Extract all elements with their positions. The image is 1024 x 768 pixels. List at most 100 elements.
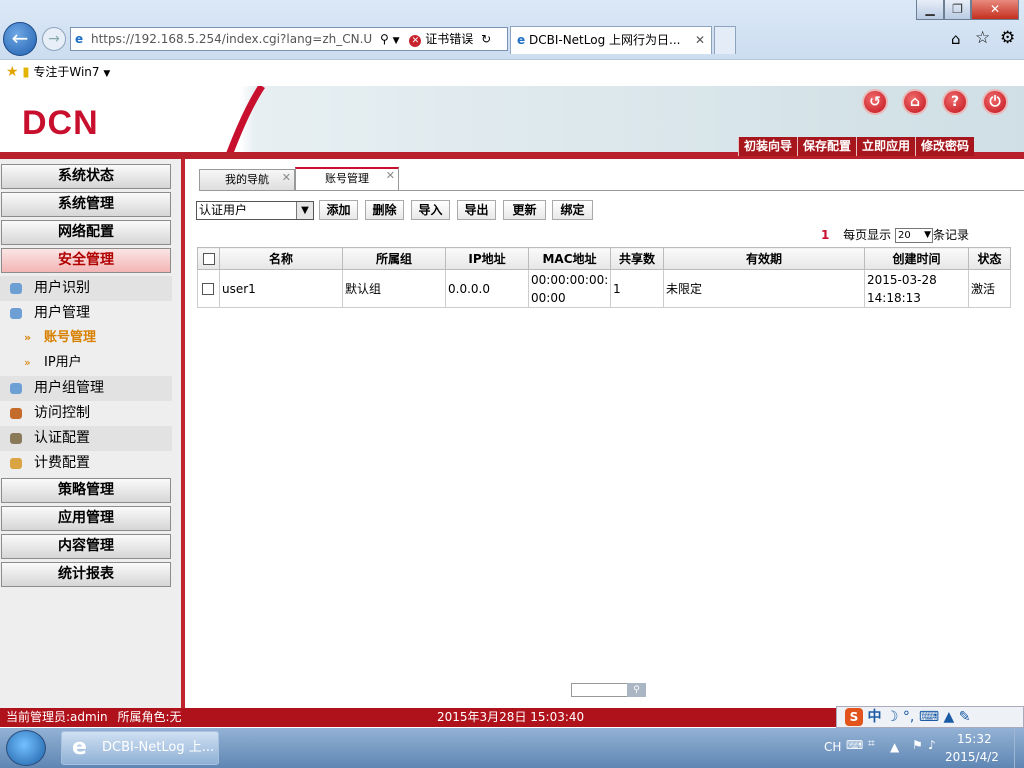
- sidebar-item-label: 访问控制: [34, 405, 90, 421]
- back-button[interactable]: ←: [3, 22, 37, 56]
- menu-policy-manage[interactable]: 策略管理: [1, 478, 171, 503]
- tools-icon[interactable]: ✎: [959, 709, 971, 725]
- column-header-created[interactable]: 创建时间: [864, 247, 969, 270]
- select-all-checkbox[interactable]: [202, 253, 215, 265]
- show-hidden-icons[interactable]: ▲: [890, 740, 899, 754]
- update-button[interactable]: 更新: [503, 200, 546, 220]
- clock-time[interactable]: 15:32: [957, 732, 992, 746]
- column-header-name[interactable]: 名称: [219, 247, 343, 270]
- select-all-cell: [197, 247, 220, 270]
- help-circle-icon[interactable]: ↺: [862, 89, 888, 115]
- per-page-label: 每页显示: [843, 228, 892, 242]
- menu-content-manage[interactable]: 内容管理: [1, 534, 171, 559]
- punct-icon[interactable]: °,: [903, 709, 914, 725]
- refresh-icon[interactable]: ↻: [481, 32, 491, 46]
- cert-error-label[interactable]: 证书错误: [425, 32, 473, 46]
- volume-tray-icon[interactable]: ♪: [928, 738, 936, 752]
- search-icon[interactable]: ⚲: [627, 683, 646, 697]
- row-checkbox[interactable]: [202, 283, 214, 295]
- sidebar-subitem-ip-user[interactable]: » IP用户: [24, 351, 82, 375]
- moon-icon[interactable]: ☽: [886, 709, 899, 725]
- address-bar[interactable]: e https://192.168.5.254/index.cgi?lang=z…: [70, 27, 508, 51]
- start-button[interactable]: [6, 730, 46, 766]
- menu-system-manage[interactable]: 系统管理: [1, 192, 171, 217]
- cell-validity: 未限定: [663, 269, 865, 308]
- network-tray-icon[interactable]: ⌗: [868, 736, 875, 751]
- setup-wizard-button[interactable]: 初装向导: [738, 137, 798, 156]
- sidebar-item-group-manage[interactable]: 用户组管理: [0, 376, 172, 401]
- tab-underline: [199, 190, 1024, 191]
- per-page-select[interactable]: 20 ▼: [894, 228, 933, 243]
- menu-app-manage[interactable]: 应用管理: [1, 506, 171, 531]
- sidebar-subitem-account[interactable]: » 账号管理: [24, 326, 96, 350]
- forward-arrow-icon: →: [48, 31, 60, 47]
- clock-date[interactable]: 2015/4/2: [945, 750, 999, 764]
- menu-network-config[interactable]: 网络配置: [1, 220, 171, 245]
- home-icon[interactable]: ⌂: [951, 30, 961, 48]
- sidebar-item-auth-config[interactable]: 认证配置: [0, 426, 172, 451]
- favorites-star-icon[interactable]: ☆: [975, 28, 990, 48]
- language-indicator[interactable]: CH: [824, 740, 841, 754]
- tab-my-nav[interactable]: 我的导航 ✕: [199, 169, 295, 191]
- sidebar-item-user-identify[interactable]: 用户识别: [0, 276, 172, 301]
- change-password-button[interactable]: 修改密码: [915, 137, 975, 156]
- column-header-validity[interactable]: 有效期: [663, 247, 865, 270]
- delete-button[interactable]: 删除: [365, 200, 404, 220]
- table-row[interactable]: user1 默认组 0.0.0.0 00:00:00:00:00:00 1 未限…: [197, 269, 1011, 308]
- browser-tab[interactable]: e DCBI-NetLog 上网行为日... ✕: [510, 26, 712, 54]
- close-tab-icon[interactable]: ✕: [386, 166, 395, 186]
- user-type-select[interactable]: 认证用户 ▼: [196, 201, 314, 220]
- maximize-button[interactable]: ❐: [944, 0, 971, 20]
- forward-button[interactable]: →: [42, 27, 66, 51]
- question-circle-icon[interactable]: ?: [942, 89, 968, 115]
- cell-name[interactable]: user1: [219, 269, 343, 308]
- menu-stats-report[interactable]: 统计报表: [1, 562, 171, 587]
- save-config-button[interactable]: 保存配置: [797, 137, 857, 156]
- menu-system-status[interactable]: 系统状态: [1, 164, 171, 189]
- tab-account-manage[interactable]: 账号管理 ✕: [295, 167, 399, 191]
- column-header-mac[interactable]: MAC地址: [528, 247, 611, 270]
- ime-toolbar[interactable]: S 中 ☽ °, ⌨ ▲ ✎: [836, 706, 1024, 728]
- new-tab-button[interactable]: [714, 26, 736, 54]
- taskbar-app-button[interactable]: e DCBI-NetLog 上...: [61, 731, 219, 765]
- import-button[interactable]: 导入: [411, 200, 450, 220]
- favorites-label[interactable]: 专注于Win7: [33, 65, 99, 79]
- add-button[interactable]: 添加: [319, 200, 358, 220]
- favorites-dropdown-icon[interactable]: ▼: [103, 69, 110, 79]
- home-circle-icon[interactable]: ⌂: [902, 89, 928, 115]
- sidebar-item-access-control[interactable]: 访问控制: [0, 401, 172, 426]
- keyboard-icon[interactable]: ⌨: [919, 709, 939, 725]
- sidebar-item-user-manage[interactable]: 用户管理: [0, 301, 172, 326]
- minimize-button[interactable]: ▁: [916, 0, 944, 20]
- page-number[interactable]: 1: [821, 228, 829, 242]
- column-header-ip[interactable]: IP地址: [445, 247, 529, 270]
- settings-gear-icon[interactable]: ⚙: [1000, 28, 1015, 48]
- skin-icon[interactable]: ▲: [944, 709, 955, 725]
- apply-now-button[interactable]: 立即应用: [856, 137, 916, 156]
- logout-circle-icon[interactable]: ⏻: [982, 89, 1008, 115]
- column-header-group[interactable]: 所属组: [342, 247, 446, 270]
- column-header-share[interactable]: 共享数: [610, 247, 664, 270]
- close-tab-icon[interactable]: ✕: [282, 168, 291, 188]
- flag-tray-icon[interactable]: ⚑: [912, 738, 923, 752]
- dropdown-icon[interactable]: ▼: [393, 36, 400, 46]
- close-window-button[interactable]: ✕: [971, 0, 1019, 20]
- tab-label: 账号管理: [325, 172, 369, 185]
- sidebar-item-billing-config[interactable]: 计费配置: [0, 451, 172, 476]
- user-manage-icon: [10, 308, 22, 319]
- column-header-status[interactable]: 状态: [968, 247, 1011, 270]
- add-favorite-icon[interactable]: ★: [6, 64, 19, 80]
- cell-group: 默认组: [342, 269, 446, 308]
- menu-security-manage[interactable]: 安全管理: [1, 248, 171, 273]
- ie-page-icon: e: [75, 32, 84, 46]
- search-icon[interactable]: ⚲: [380, 32, 389, 46]
- export-button[interactable]: 导出: [457, 200, 496, 220]
- sidebar-subitem-label: IP用户: [44, 355, 82, 370]
- ime-chinese-mode[interactable]: 中: [867, 709, 881, 725]
- show-desktop-button[interactable]: [1014, 728, 1024, 768]
- cell-status: 激活: [968, 269, 1011, 308]
- keyboard-tray-icon[interactable]: ⌨: [846, 738, 863, 752]
- close-tab-icon[interactable]: ✕: [695, 27, 705, 53]
- bind-button[interactable]: 绑定: [552, 200, 593, 220]
- billing-config-icon: [10, 458, 22, 469]
